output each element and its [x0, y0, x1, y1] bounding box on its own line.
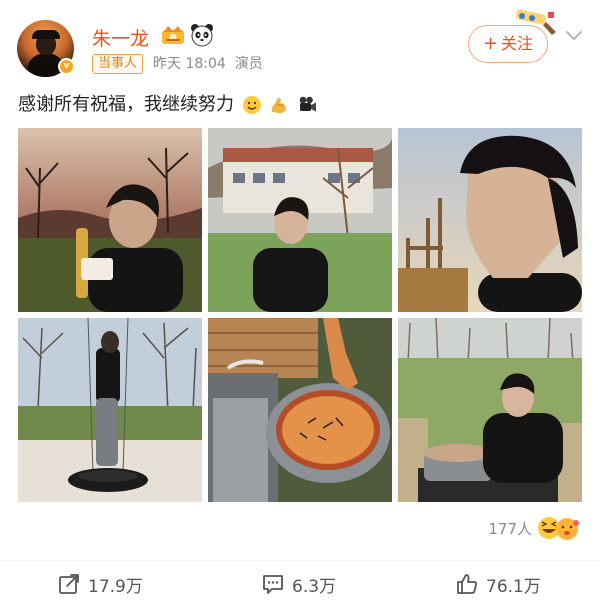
- photo-3-image: [398, 128, 582, 312]
- share-icon: [59, 574, 79, 594]
- vip-icon[interactable]: [160, 24, 186, 46]
- post-time: 昨天 18:04: [153, 56, 226, 72]
- user-name[interactable]: 朱一龙: [92, 24, 149, 51]
- laugh-emoji-icon[interactable]: [536, 515, 582, 541]
- plus-icon: +: [482, 33, 499, 54]
- photo-2-image: [208, 128, 392, 312]
- verified-badge-icon: v: [58, 58, 75, 75]
- follow-button[interactable]: + 关注: [468, 25, 548, 63]
- post-text-content: 感谢所有祝福，我继续努力: [18, 94, 234, 115]
- photo-4[interactable]: [18, 318, 202, 502]
- thumbs-up-icon: [457, 574, 477, 594]
- photo-6-image: [398, 318, 582, 502]
- post-text: 感谢所有祝福，我继续努力: [18, 92, 317, 118]
- share-count: 17.9万: [88, 576, 143, 597]
- photo-4-image: [18, 318, 202, 502]
- post-header: v 朱一龙 当事人 昨天 18:04 演员 + 关注: [0, 0, 600, 90]
- comment-icon: [263, 575, 283, 594]
- photo-2[interactable]: [208, 128, 392, 312]
- muscle-emoji-icon: [272, 98, 287, 113]
- post-meta: 昨天 18:04 演员: [153, 54, 263, 74]
- party-tag: 当事人: [92, 54, 144, 74]
- chevron-down-icon[interactable]: [565, 28, 583, 42]
- photo-grid: [18, 128, 582, 502]
- photo-6[interactable]: [398, 318, 582, 502]
- like-button[interactable]: 76.1万: [456, 570, 541, 598]
- panda-icon: [191, 24, 213, 47]
- comment-button[interactable]: 6.3万: [262, 570, 336, 598]
- photo-5[interactable]: [208, 318, 392, 502]
- photo-1[interactable]: [18, 128, 202, 312]
- divider: [0, 560, 600, 561]
- avatar-cap-shape: [32, 30, 60, 39]
- post-source: 演员: [234, 56, 263, 72]
- reactions-row: 177人: [0, 512, 600, 544]
- photo-1-image: [18, 128, 202, 312]
- follow-label: 关注: [501, 34, 534, 53]
- reaction-count[interactable]: 177人: [488, 518, 532, 539]
- photo-5-image: [208, 318, 392, 502]
- share-button[interactable]: 17.9万: [58, 570, 143, 598]
- photo-3[interactable]: [398, 128, 582, 312]
- like-count: 76.1万: [486, 576, 541, 597]
- comment-count: 6.3万: [292, 576, 337, 597]
- smile-emoji-icon: [242, 96, 261, 114]
- movie-camera-emoji-icon: [299, 96, 317, 112]
